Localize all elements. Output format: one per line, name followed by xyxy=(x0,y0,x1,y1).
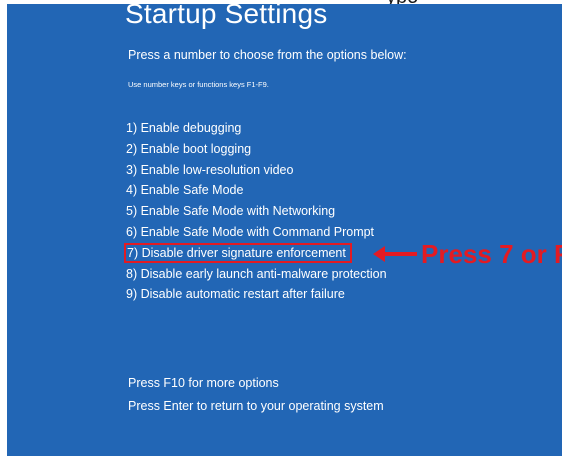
instruction-text: Press a number to choose from the option… xyxy=(128,48,407,62)
page-title: Startup Settings xyxy=(125,4,328,29)
option-disable-driver-signature-enforcement[interactable]: 7) Disable driver signature enforcement xyxy=(124,242,352,263)
option-enable-boot-logging[interactable]: 2) Enable boot logging xyxy=(126,139,387,160)
option-disable-early-launch-antimalware[interactable]: 8) Disable early launch anti-malware pro… xyxy=(126,264,387,285)
option-enable-debugging[interactable]: 1) Enable debugging xyxy=(126,118,387,139)
annotation-text: Press 7 or F xyxy=(421,238,562,269)
left-arrow-icon xyxy=(373,246,417,262)
footer-return-to-os: Press Enter to return to your operating … xyxy=(128,399,384,413)
hint-text: Use number keys or functions keys F1-F9. xyxy=(128,80,269,89)
option-enable-safe-mode-command-prompt[interactable]: 6) Enable Safe Mode with Command Prompt xyxy=(126,222,387,243)
footer-more-options: Press F10 for more options xyxy=(128,376,279,390)
option-enable-safe-mode-networking[interactable]: 5) Enable Safe Mode with Networking xyxy=(126,201,387,222)
option-disable-automatic-restart[interactable]: 9) Disable automatic restart after failu… xyxy=(126,284,387,305)
option-enable-safe-mode[interactable]: 4) Enable Safe Mode xyxy=(126,180,387,201)
startup-settings-screen: Startup Settings Press a number to choos… xyxy=(7,4,562,456)
option-row-disable-driver-signature: 7) Disable driver signature enforcement xyxy=(124,242,387,264)
startup-options-list: 1) Enable debugging 2) Enable boot loggi… xyxy=(124,118,387,305)
option-enable-low-resolution-video[interactable]: 3) Enable low-resolution video xyxy=(126,160,387,181)
annotation-callout: Press 7 or F xyxy=(373,237,562,271)
